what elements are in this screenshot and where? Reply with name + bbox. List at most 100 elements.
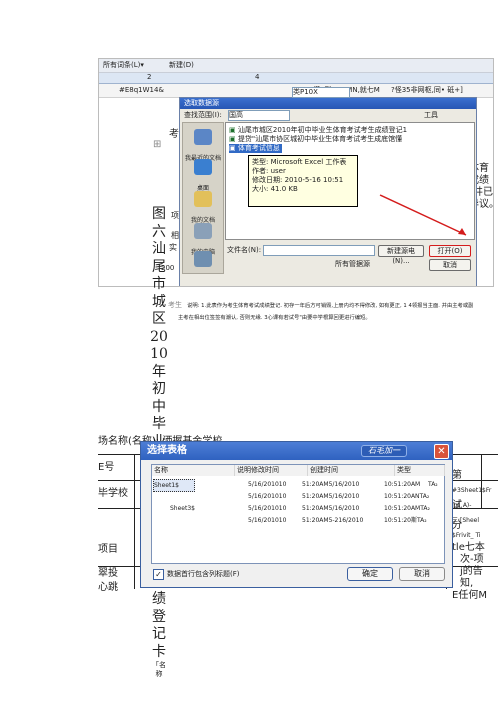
column-header-name[interactable]: 名称 [152,465,235,476]
file-name-1: 汕尾市城区2010年初中毕业生体育考试考生成绩登记1 [237,126,408,134]
row-modified: 5/16/201010 [248,481,287,488]
note-line-2: 主考在相出位签签有潮认, 否则无缘. 3心课有若试号"由要中学根算回更进行编短。 [178,315,371,321]
column-header-type[interactable]: 类型 [395,465,445,476]
vertical-title-char: 尾 [152,258,166,275]
menu-bar: 所有词条(L)▾ 新建(D) [99,59,493,73]
menu-item-new[interactable]: 新建(D) [169,61,194,70]
filetype-value[interactable]: 所有管据源 [335,260,370,269]
form-field-cast: 翠投 [98,568,118,579]
cancel-button[interactable]: 取消 [429,259,471,271]
file-item-1[interactable]: ▣ 汕尾市城区2010年初中毕业生体育考试考生成绩登记1 [229,126,407,135]
row-type: TA₂ [428,481,438,488]
row-modified: 5/16/201010 [248,493,287,500]
toolbar-text-right: ?怪35非网枢,同• 砥+] [391,86,463,94]
note-label: 考生 [168,301,182,309]
row-desc: 51:20AM5/16/2010 [302,481,360,488]
header-row-checkbox[interactable]: ✓ [153,569,164,580]
cancel-button-label: 取消 [414,569,430,578]
tooltip-author: 作者: user [252,167,286,175]
form-right-text-1: #3Sheet1$Fr [452,487,492,494]
file-item-2[interactable]: ▣ 提贷"汕尾市协区城初中毕业生体育考试考生成底馆懂 [229,135,402,144]
place-my-documents[interactable]: 我的文档 [185,191,221,224]
tooltip-type: 类型: Microsoft Excel 工作表 [252,158,347,166]
table-row[interactable]: 5/16/201010 51:20AM5-216/2010 10:51:20斯T… [152,515,444,526]
vertical-title-char: 市 [152,276,166,292]
file-item-3-selected[interactable]: ▣ 体育考试信息 [229,144,282,153]
row-created: 10:51:20AMTA₂ [384,505,430,512]
vertical-title-char: 六 [152,223,166,240]
bottom-frag-text: 实 [169,243,177,252]
select-table-title-bar: 选择表格 石毛加一 ✕ [141,442,452,460]
open-button-label: 打开(O) [437,247,463,255]
bottom-mid-text: 相 [171,231,179,240]
desktop-icon [194,159,212,175]
sheet-table: 名称 说明修改时间 创建时间 类型 Sheet1$ 5/16/201010 51… [151,464,445,564]
place-network[interactable] [185,251,221,283]
filename-input[interactable] [263,245,375,256]
vertical-title-char: 卡 [152,643,166,660]
ruler-number-4: 4 [255,73,260,81]
view-dropdown[interactable]: 类P10X [292,87,350,98]
file-name-2: 提贷"汕尾市协区城初中毕业生体育考试考生成底馆懂 [237,135,403,143]
places-bar: 我最近的文档 桌面 我的文档 我的电脑 [182,122,224,274]
form-right-text-8: 知, [460,578,474,589]
row-desc: 51:20AM5/16/2010 [302,493,360,500]
filename-row: 文件名(N): 所有管据源 新建源电(N)... 打开(O) 取消 [225,244,475,272]
form-field-heart: 心跳 [98,582,118,593]
red-arrow-annotation [379,194,467,236]
note-block: 考生 说明: 1.此表作为考生体育考试成绩登记. 初存一年后方可销毁,上册内均不… [168,292,498,323]
doc-tab[interactable]: #E8q1W14& [119,86,164,95]
excel-file-icon: ▣ [229,126,236,134]
lookin-value: 国高 [229,111,243,119]
row-created: 10:51:20斯TA₂ [384,517,427,524]
table-row[interactable]: Sheet1$ 5/16/201010 51:20AM5/16/2010 10:… [152,479,444,492]
column-header-created[interactable]: 创建时间 [308,465,395,476]
row-modified: 5/16/201010 [248,505,287,512]
file-list: ▣ 汕尾市城区2010年初中毕业生体育考试考生成绩登记1 ▣ 提贷"汕尾市协区城… [225,122,475,240]
row-created: 10:51:20AM [384,481,421,488]
cancel-button[interactable]: 取消 [399,567,445,581]
my-computer-icon [194,223,212,239]
vertical-title-char: 登 [152,608,166,625]
place-recent-documents[interactable]: 我最近的文档 [185,129,221,162]
dialog-title-bar: 选取数据源 [180,98,476,109]
row-created: 10:51:20ANTA₂ [384,493,430,500]
open-button[interactable]: 打开(O) [429,245,471,257]
dialog-title: 选取数据源 [184,99,219,107]
form-col-line-1 [134,454,135,589]
file-name-3: 体育考试信息 [237,144,280,152]
menu-item-all-entries[interactable]: 所有词条(L)▾ [103,61,144,70]
column-header-modified[interactable]: 说明修改时间 [235,465,308,476]
vertical-title-char: 年 [152,363,166,380]
tooltip-size: 大小: 41.0 KB [252,185,298,193]
select-data-source-dialog: 选取数据源 查找范围(I): 国高 类P10X 工具 我最近的文档 桌面 我的文… [179,87,477,286]
ok-button-label: 确定 [362,569,378,578]
vertical-title-char: 毕 [152,416,166,432]
new-source-button[interactable]: 新建源电(N)... [378,245,424,265]
vertical-title-char: 汕 [152,241,166,257]
my-documents-icon [194,191,212,207]
ok-button[interactable]: 确定 [347,567,393,581]
close-icon[interactable]: ✕ [434,444,449,459]
form-right-text-7: j的告 [460,566,483,577]
form-field-item: 项目 [98,544,118,555]
tooltip-modified: 修改日期: 2010-5-16 10:51 [252,176,344,184]
new-source-label: 新建源电(N)... [387,247,415,265]
lookin-dropdown[interactable]: 国高 [228,110,290,121]
vertical-title-char: 中 [152,398,166,415]
vertical-title-char: 图 [152,206,166,222]
file-info-tooltip: 类型: Microsoft Excel 工作表 作者: user 修改日期: 2… [248,155,358,207]
select-table-dialog: 选择表格 石毛加一 ✕ 名称 说明修改时间 创建时间 类型 Sheet1$ 5/… [140,441,453,588]
vertical-title-char: 绩 [152,591,166,607]
title-badge: 石毛加一 [361,445,407,457]
form-field-school: 毕学校 [98,488,128,499]
row-modified: 5/16/201010 [248,517,287,524]
table-row[interactable]: Sheet3$ 5/16/201010 51:20AM5/16/2010 10:… [152,503,444,514]
vertical-title-char: 10 [150,346,168,362]
vertical-title-char: 城 [152,293,166,310]
place-desktop[interactable]: 桌面 [185,159,221,192]
cancel-button-label: 取消 [443,261,457,269]
table-row[interactable]: 5/16/201010 51:20AM5/16/2010 10:51:20ANT… [152,491,444,502]
toolbar-tools[interactable]: 工具 [424,111,438,120]
vertical-title-char: 20 [150,328,168,345]
